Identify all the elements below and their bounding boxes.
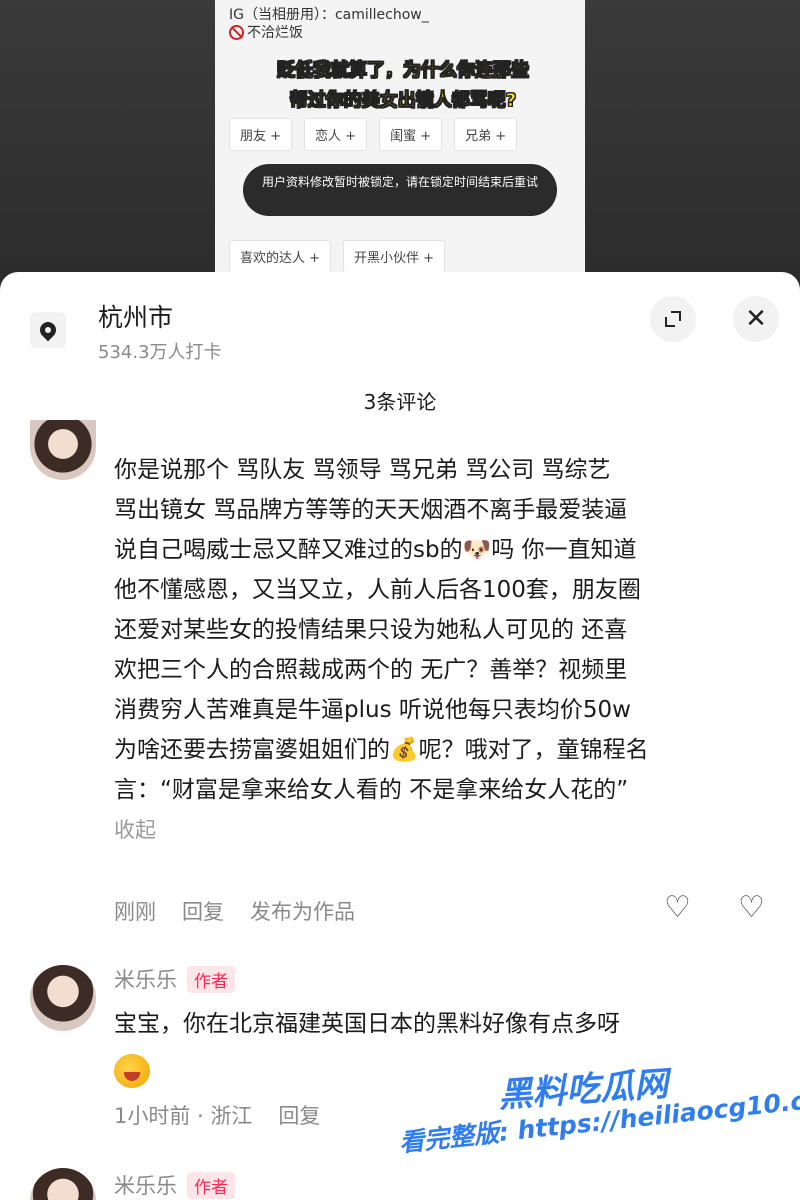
author-badge: 作者 bbox=[187, 1171, 235, 1199]
collapse-button[interactable]: 收起 bbox=[114, 810, 649, 850]
expand-button[interactable] bbox=[650, 296, 696, 342]
chip-fav-creator: 喜欢的达人 + bbox=[229, 240, 332, 273]
comment-author: 米乐乐 作者 bbox=[114, 1170, 235, 1200]
location-checkins: 534.3万人打卡 bbox=[98, 342, 222, 363]
relationship-chip-row-2: 喜欢的达人 + 开黑小伙伴 + bbox=[229, 240, 446, 273]
expand-icon bbox=[665, 311, 681, 327]
comment-line: 欢把三个人的合照裁成两个的 无广？善举？视频里 bbox=[114, 657, 628, 683]
avatar[interactable] bbox=[30, 965, 96, 1031]
comment-line: 说自己喝威士忌又醉又难过的sb的🐶吗 你一直知道 bbox=[114, 537, 637, 563]
chip-friend: 朋友 + bbox=[229, 118, 293, 151]
post-ig-line: IG（当相册用）：camillechow_ bbox=[229, 7, 429, 23]
comment-body: 你是说那个 骂队友 骂领导 骂兄弟 骂公司 骂综艺 骂出镜女 骂品牌方等等的天天… bbox=[114, 450, 649, 850]
author-nickname[interactable]: 米乐乐 bbox=[114, 1170, 177, 1200]
laugh-emoji-icon bbox=[114, 1053, 150, 1088]
lock-toast: 用户资料修改暂时被锁定，请在锁定时间结束后重试 bbox=[243, 164, 557, 216]
post-tag-text: 不洽烂饭 bbox=[247, 25, 303, 41]
comment-line: 宝宝，你在北京福建英国日本的黑料好像有点多呀 bbox=[114, 1011, 620, 1037]
comment-line: 消费穷人苦难真是牛逼plus 听说他每只表均价50w bbox=[114, 697, 631, 723]
location-pin-icon bbox=[30, 312, 66, 348]
background-post-screenshot: IG（当相册用）：camillechow_ 不洽烂饭 贬低我就算了，为什么你连那… bbox=[215, 0, 585, 285]
reply-button[interactable]: 回复 bbox=[278, 1100, 320, 1130]
chip-lover: 恋人 + bbox=[304, 118, 368, 151]
close-button[interactable]: ✕ bbox=[733, 296, 779, 342]
post-caption-line2: 帮过你的美女出镜人都骂呢? bbox=[289, 90, 517, 112]
comment-line: 骂出镜女 骂品牌方等等的天天烟酒不离手最爱装逼 bbox=[114, 497, 628, 523]
heart-icon[interactable]: ♡ bbox=[664, 890, 691, 925]
reply-button[interactable]: 回复 bbox=[182, 896, 224, 926]
author-badge: 作者 bbox=[187, 965, 235, 993]
relationship-chip-row: 朋友 + 恋人 + 闺蜜 + 兄弟 + bbox=[229, 118, 518, 151]
comment-line: 你是说那个 骂队友 骂领导 骂兄弟 骂公司 骂综艺 bbox=[114, 457, 611, 483]
comment-line: 为啥还要去捞富婆姐姐们的💰呢？哦对了，童锦程名 bbox=[114, 737, 649, 763]
chip-brother: 兄弟 + bbox=[454, 118, 518, 151]
comment-meta: 1小时前 · 浙江 回复 bbox=[114, 1100, 320, 1130]
comment-line: 他不懂感恩，又当又立，人前人后各100套，朋友圈 bbox=[114, 577, 641, 603]
location-city[interactable]: 杭州市 bbox=[98, 298, 173, 334]
comment-line: 言：“财富是拿来给女人看的 不是拿来给女人花的” bbox=[114, 777, 629, 803]
chip-game-buddy: 开黑小伙伴 + bbox=[343, 240, 446, 273]
chip-bestie: 闺蜜 + bbox=[379, 118, 443, 151]
dislike-heart-icon[interactable]: ♡ bbox=[738, 890, 765, 925]
comment-time: 刚刚 bbox=[114, 900, 156, 924]
comment-line: 还爱对某些女的投情结果只设为她私人可见的 还喜 bbox=[114, 617, 628, 643]
comment-author: 米乐乐 作者 bbox=[114, 964, 235, 994]
post-tag-line: 不洽烂饭 bbox=[229, 22, 303, 42]
comment-count: 3条评论 bbox=[363, 390, 437, 414]
comment-time-location: 1小时前 · 浙江 bbox=[114, 1104, 253, 1128]
comment-meta: 刚刚 回复 发布为作品 bbox=[114, 896, 355, 926]
author-nickname[interactable]: 米乐乐 bbox=[114, 964, 177, 994]
close-icon: ✕ bbox=[745, 304, 767, 334]
no-entry-icon bbox=[229, 24, 244, 40]
post-caption-line1: 贬低我就算了，为什么你连那些 bbox=[277, 60, 530, 82]
publish-as-work-button[interactable]: 发布为作品 bbox=[250, 896, 355, 926]
